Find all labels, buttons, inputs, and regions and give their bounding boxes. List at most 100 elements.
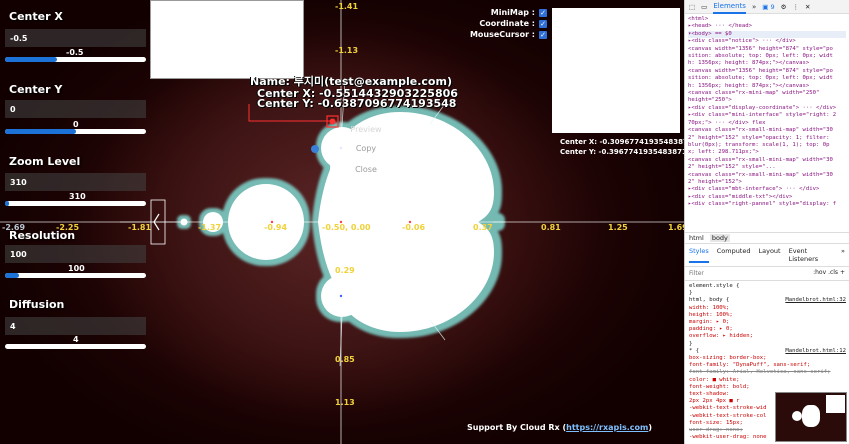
y-tick-label: -1.13: [335, 46, 359, 55]
dom-node-line[interactable]: ▸<div class="middle-txt"></div>: [688, 194, 846, 201]
resolution-input[interactable]: [5, 245, 146, 263]
mousecursor-toggle[interactable]: MouseCursor : ✓: [470, 30, 547, 39]
device-toggle-icon[interactable]: ▭: [701, 3, 707, 11]
breadcrumb: html body: [685, 232, 849, 244]
styles-tab-bar: Styles Computed Layout Event Listeners »: [685, 244, 849, 267]
css-rule-line[interactable]: }: [685, 341, 849, 348]
dom-node-line[interactable]: ▸<div class="notice"> ··· </div>: [688, 38, 846, 45]
center-x-title: Center X: [9, 10, 63, 23]
diffusion-input[interactable]: [5, 317, 146, 335]
css-source-link[interactable]: Mandelbrot.html:32: [785, 297, 849, 304]
dom-node-line[interactable]: 70px;"> ··· </div> flex: [688, 120, 846, 127]
css-rule-line[interactable]: html, body {Mandelbrot.html:32: [685, 297, 849, 304]
css-text: margin: ▸ 0;: [689, 319, 730, 326]
dom-node-line[interactable]: blur(0px); transform: scale(1, 1); top: …: [688, 142, 846, 149]
checkbox-icon[interactable]: ✓: [539, 8, 547, 17]
dom-node-line[interactable]: 2" height="152">: [688, 179, 846, 186]
fractal-viewport[interactable]: -2.69 -2.25 -1.81 -1.37 -0.94 -0.50, 0.0…: [0, 0, 684, 444]
css-text: -webkit-text-stroke-col: [689, 412, 767, 419]
dom-node-line[interactable]: 2" height="152" style="opacity: 1; filte…: [688, 135, 846, 142]
css-rule-line[interactable]: }: [685, 290, 849, 297]
css-rule-line[interactable]: margin: ▸ 0;: [685, 319, 849, 326]
inspect-icon[interactable]: ⬚: [689, 3, 695, 11]
y-tick-label: -1.41: [335, 2, 359, 11]
css-text: font-size: 15px;: [689, 419, 743, 426]
menu-item-copy[interactable]: Copy: [330, 139, 402, 158]
center-y-input[interactable]: [5, 100, 146, 118]
styles-filter-input[interactable]: [689, 269, 759, 278]
styles-tools[interactable]: :hov .cls +: [813, 269, 845, 278]
dom-node-line[interactable]: <canvas class="rx-small-mini-map" width=…: [688, 157, 846, 164]
menu-item-preview[interactable]: Preview: [330, 123, 402, 137]
zoom-level-input[interactable]: [5, 173, 146, 191]
css-rule-line[interactable]: box-sizing: border-box;: [685, 355, 849, 362]
gear-icon[interactable]: ⚙: [781, 3, 787, 11]
css-rule-line[interactable]: * {Mandelbrot.html:12: [685, 348, 849, 355]
css-rule-line[interactable]: height: 100%;: [685, 312, 849, 319]
dom-node-line[interactable]: <html>: [688, 16, 846, 23]
menu-item-close[interactable]: Close: [330, 160, 402, 179]
css-rule-line[interactable]: element.style {: [685, 283, 849, 290]
tab-more-styles[interactable]: »: [841, 247, 845, 263]
dom-node-line[interactable]: height="250">: [688, 97, 846, 104]
dom-node-line[interactable]: <canvas class="rx-small-mini-map" width=…: [688, 172, 846, 179]
footer-link[interactable]: https://rxapis.com: [566, 423, 648, 432]
checkbox-icon[interactable]: ✓: [539, 19, 547, 28]
dom-node-line[interactable]: ▾<body> == $0: [688, 30, 846, 39]
small-minimap[interactable]: [150, 0, 304, 79]
dom-node-line[interactable]: ▸<div class="right-pannel" style="displa…: [688, 201, 846, 208]
center-y-slider[interactable]: [5, 129, 146, 134]
css-rule-line[interactable]: overflow: ▸ hidden;: [685, 333, 849, 340]
css-rule-line[interactable]: font-family: Arial, Helvetica, sans-seri…: [685, 369, 849, 376]
tab-elements[interactable]: Elements: [713, 0, 746, 14]
tab-styles[interactable]: Styles: [689, 247, 709, 263]
center-x-input[interactable]: [5, 29, 146, 47]
diffusion-slider[interactable]: [5, 344, 146, 349]
dom-node-line[interactable]: <canvas width="1356" height="874" style=…: [688, 46, 846, 53]
minimap[interactable]: [552, 8, 680, 133]
zoom-level-title: Zoom Level: [9, 155, 81, 168]
dom-node-line[interactable]: <canvas class="rx-small-mini-map" width=…: [688, 127, 846, 134]
dom-node-line[interactable]: h: 1356px; height: 874px;"></canvas>: [688, 60, 846, 67]
close-icon[interactable]: ✕: [805, 3, 810, 11]
x-tick-label: -1.81: [128, 223, 152, 232]
dom-node-line[interactable]: ▸<div class="mini-interface" style="righ…: [688, 112, 846, 119]
dom-node-line[interactable]: ▸<div class="mbt-interface"> ··· </div>: [688, 186, 846, 193]
checkbox-icon[interactable]: ✓: [539, 30, 547, 39]
css-rule-line[interactable]: font-family: "DynaPuff", sans-serif;: [685, 362, 849, 369]
css-rule-line[interactable]: padding: ▸ 0;: [685, 326, 849, 333]
dom-node-line[interactable]: <canvas width="1356" height="874" style=…: [688, 68, 846, 75]
css-text: -webkit-user-drag: none: [689, 434, 767, 441]
tab-computed[interactable]: Computed: [717, 247, 751, 263]
minimap-toggle[interactable]: MiniMap : ✓: [491, 8, 547, 17]
coordinate-toggle[interactable]: Coordinate : ✓: [479, 19, 547, 28]
issues-badge[interactable]: ▣ 9: [762, 3, 774, 11]
diffusion-title: Diffusion: [9, 298, 65, 311]
css-rule-line[interactable]: width: 100%;: [685, 305, 849, 312]
resolution-slider[interactable]: [5, 273, 146, 278]
dom-node-line[interactable]: <canvas class="rx-mini-map" width="250": [688, 90, 846, 97]
tab-more[interactable]: »: [752, 3, 756, 11]
dom-node-line[interactable]: h: 1356px; height: 874px;"></canvas>: [688, 83, 846, 90]
dom-node-line[interactable]: x; left: 298.711px;">: [688, 149, 846, 156]
breadcrumb-body[interactable]: body: [709, 234, 730, 242]
breadcrumb-html[interactable]: html: [689, 234, 704, 242]
dom-node-line[interactable]: 2" height="152" style="...: [688, 164, 846, 171]
zoom-level-slider[interactable]: [5, 201, 146, 206]
tab-event-listeners[interactable]: Event Listeners: [789, 247, 833, 263]
css-rule-line[interactable]: font-weight: bold;: [685, 384, 849, 391]
kebab-menu-icon[interactable]: ⋮: [792, 3, 799, 11]
css-source-link[interactable]: Mandelbrot.html:12: [785, 348, 849, 355]
dom-node-line[interactable]: sition: absolute; top: 0px; left: 0px; w…: [688, 53, 846, 60]
dom-node-line[interactable]: sition: absolute; top: 0px; left: 0px; w…: [688, 75, 846, 82]
css-rule-line[interactable]: color: ■ white;: [685, 377, 849, 384]
cursor-center-y: Center Y: -0.6387096774193548: [257, 97, 457, 110]
center-x-slider[interactable]: [5, 57, 146, 62]
css-text: }: [689, 340, 693, 347]
dom-node-line[interactable]: ▸<head> ··· </head>: [688, 23, 846, 30]
screenshot-thumbnail[interactable]: [775, 392, 847, 442]
tab-layout[interactable]: Layout: [759, 247, 781, 263]
dom-node-line[interactable]: ▸<div class="display-coordinate"> ··· </…: [688, 105, 846, 112]
css-text: -webkit-text-stroke-wid: [689, 405, 767, 412]
minimap-center-x: Center X: -0.3096774193548387: [560, 138, 684, 146]
